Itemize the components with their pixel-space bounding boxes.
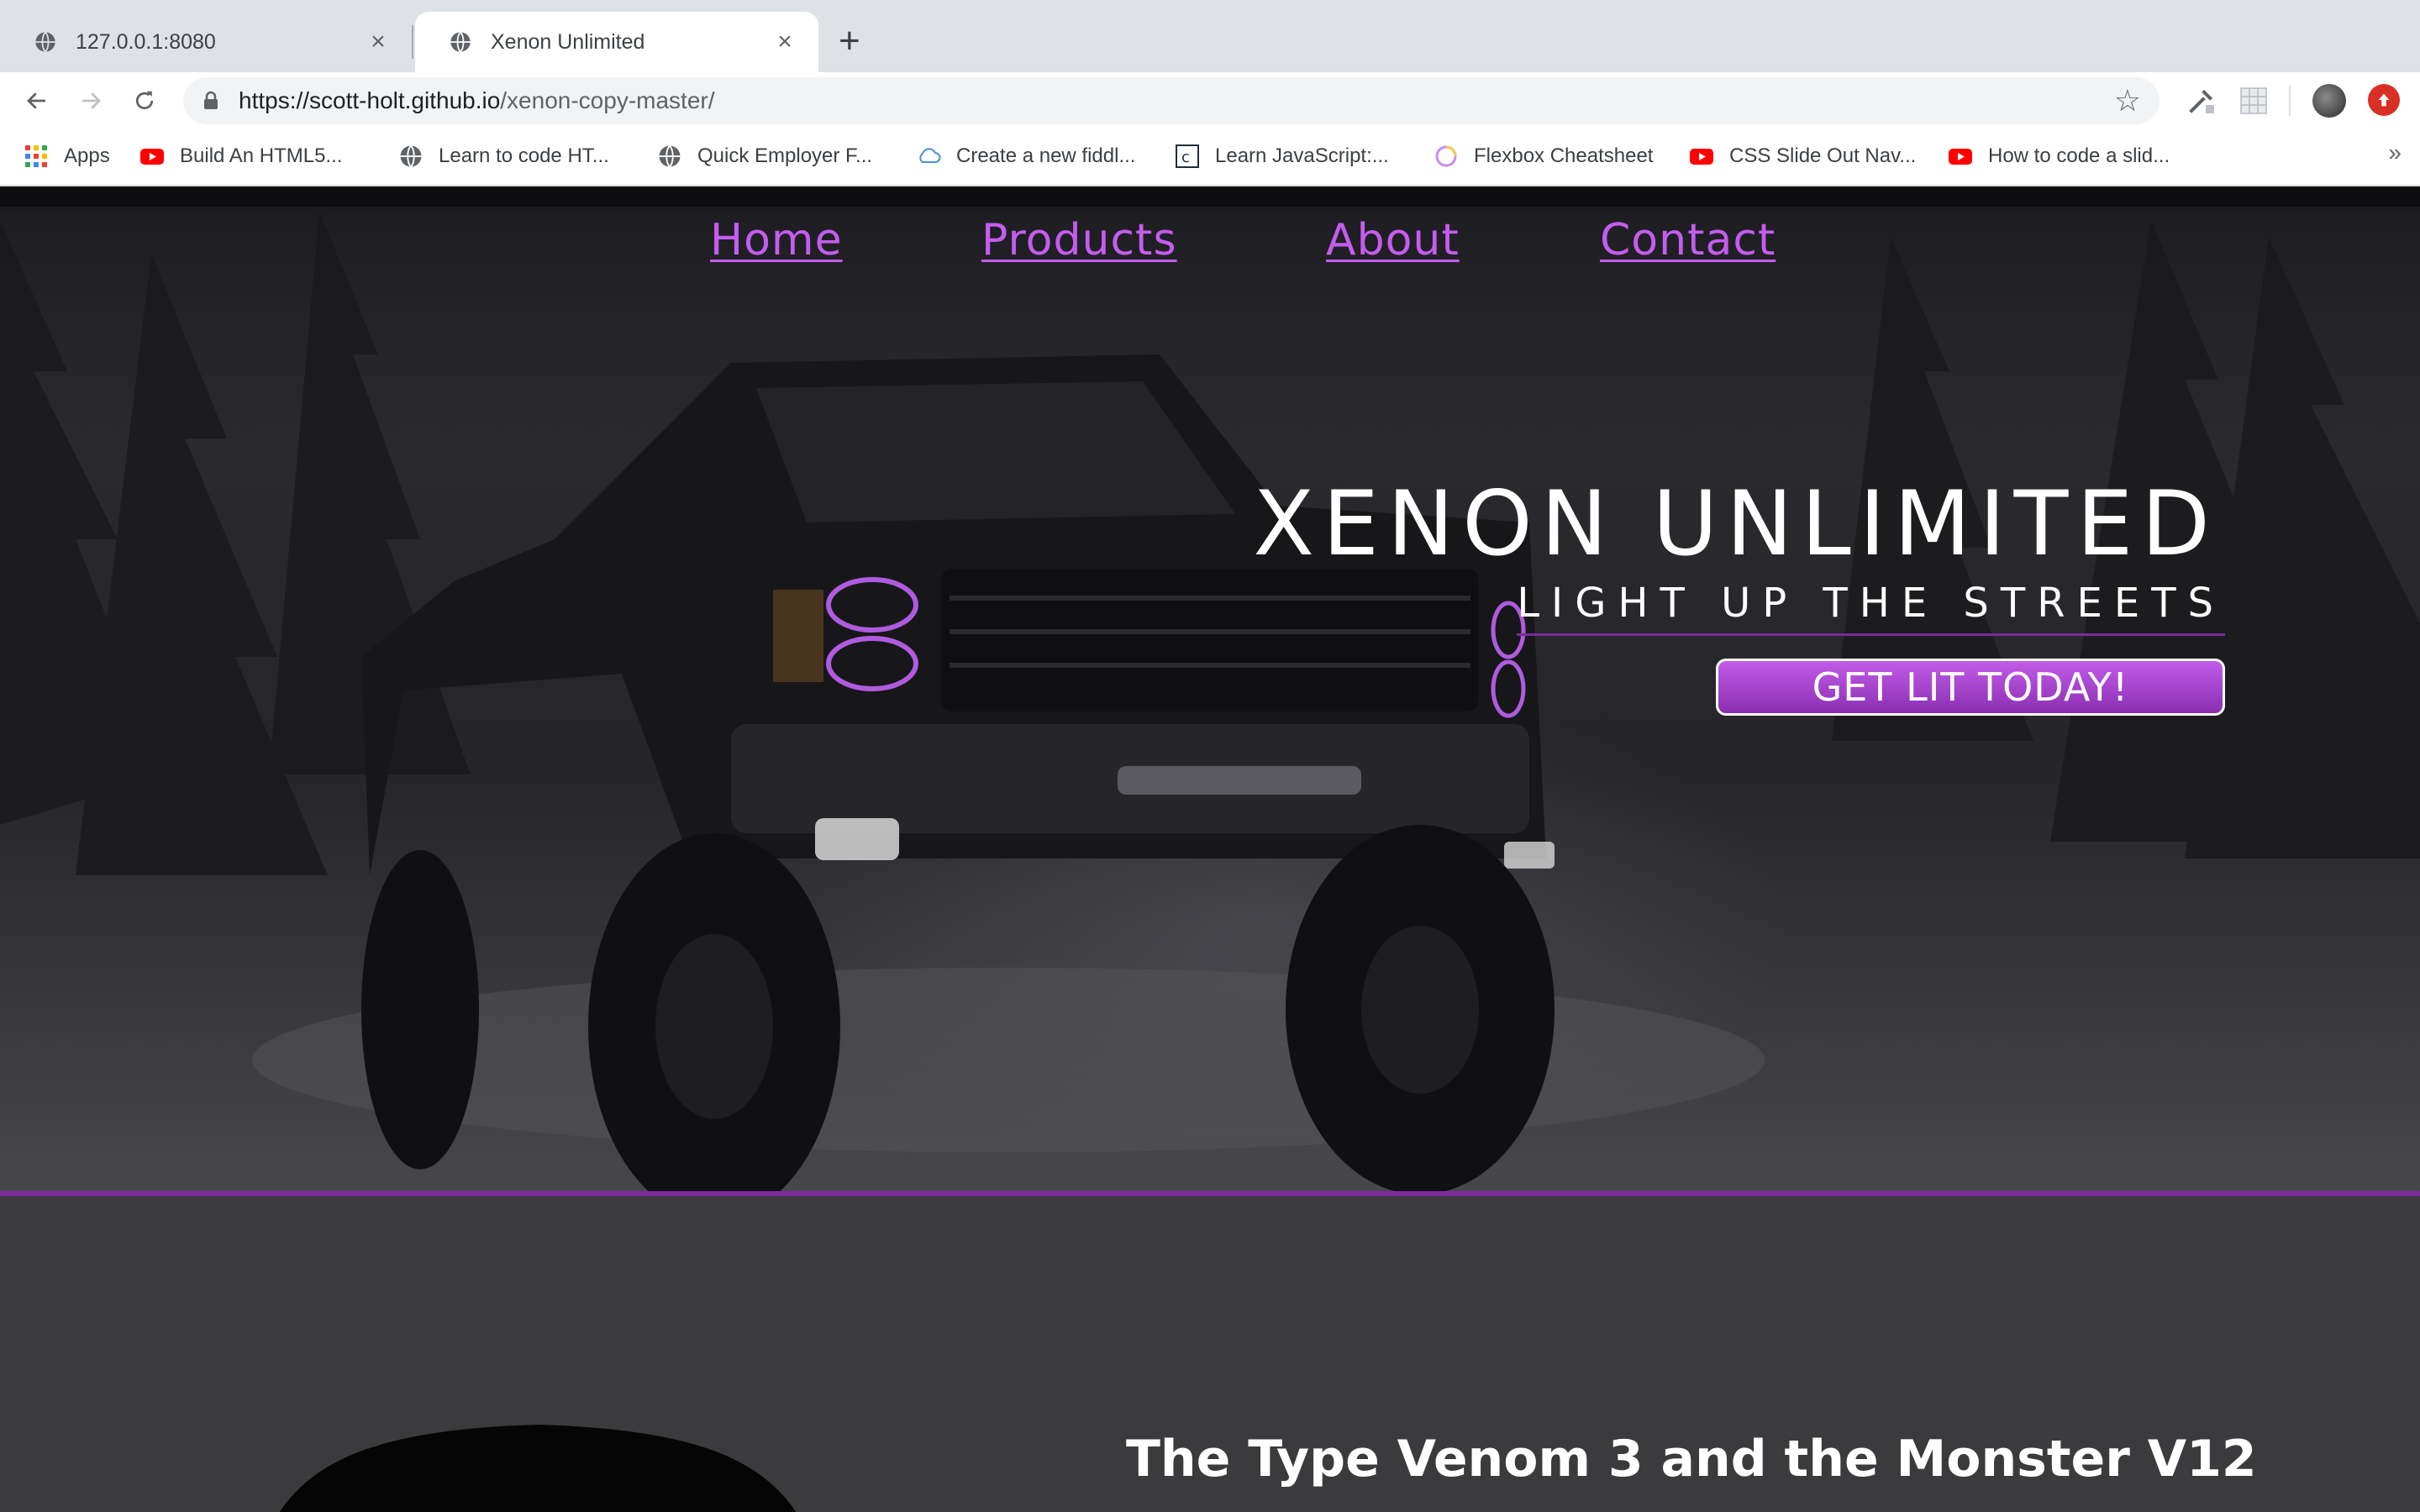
web-page: Home Products About Contact XENON UNLIMI… <box>0 186 2420 1512</box>
codecademy-icon: c <box>1176 144 1199 168</box>
bookmarks-bar: Apps Build An HTML5... Learn to code HT.… <box>0 129 2420 186</box>
lock-icon <box>204 91 218 109</box>
globe-icon <box>659 144 681 168</box>
bookmark-jsfiddle[interactable]: Create a new fiddl... <box>916 139 1135 173</box>
address-bar[interactable]: https://scott-holt.github.io/xenon-copy-… <box>183 77 2160 124</box>
bookmark-label: How to code a slid... <box>1988 144 2170 167</box>
nav-contact-link[interactable]: Contact <box>1600 215 1776 265</box>
eyedropper-extension-icon[interactable] <box>2185 84 2218 118</box>
ring-icon <box>1435 145 1457 167</box>
close-tab-icon[interactable]: × <box>771 29 798 55</box>
tab-xenon-unlimited[interactable]: Xenon Unlimited × <box>415 12 818 72</box>
url-path: /xenon-copy-master/ <box>500 87 715 113</box>
bookmark-label: Learn JavaScript:... <box>1215 144 1389 167</box>
forward-button[interactable] <box>71 81 111 121</box>
more-bookmarks-button[interactable]: » <box>2388 139 2402 166</box>
get-lit-today-button[interactable]: GET LIT TODAY! <box>1716 659 2225 716</box>
browser-toolbar: https://scott-holt.github.io/xenon-copy-… <box>0 72 2420 129</box>
apps-grid-icon <box>25 145 47 167</box>
truck-body <box>361 354 1555 875</box>
close-tab-icon[interactable]: × <box>365 29 392 55</box>
nav-home-link[interactable]: Home <box>710 215 843 265</box>
bookmark-label: Apps <box>64 144 110 167</box>
bookmark-label: CSS Slide Out Nav... <box>1729 144 1917 167</box>
cloud-icon <box>919 148 941 163</box>
back-button[interactable] <box>17 81 57 121</box>
tab-title: Xenon Unlimited <box>491 29 645 54</box>
reload-icon <box>135 91 154 110</box>
hero-subtitle: LIGHT UP THE STREETS <box>1517 580 2225 636</box>
grid-extension-icon[interactable] <box>2237 84 2270 118</box>
nav-products-link[interactable]: Products <box>981 215 1177 265</box>
toolbar-divider <box>2289 86 2291 116</box>
hero-section: Home Products About Contact XENON UNLIMI… <box>0 186 2420 1196</box>
tab-localhost[interactable]: 127.0.0.1:8080 × <box>0 12 412 72</box>
url-text: https://scott-holt.github.io/xenon-copy-… <box>239 87 715 114</box>
youtube-icon <box>140 149 164 165</box>
bookmark-how-to-code-slider[interactable]: How to code a slid... <box>1948 139 2170 173</box>
tab-title: 127.0.0.1:8080 <box>76 29 216 54</box>
bookmark-learn-to-code[interactable]: Learn to code HT... <box>398 139 609 173</box>
bookmark-label: Create a new fiddl... <box>956 144 1136 167</box>
bookmark-label: Learn to code HT... <box>439 144 609 167</box>
globe-icon <box>35 31 55 53</box>
bookmark-label: Flexbox Cheatsheet <box>1474 144 1654 167</box>
reload-button[interactable] <box>124 81 165 121</box>
product-image <box>279 1425 797 1512</box>
globe-icon <box>450 31 471 53</box>
new-tab-button[interactable]: + <box>839 20 860 62</box>
bookmark-quick-employer[interactable]: Quick Employer F... <box>657 139 872 173</box>
tab-divider <box>412 25 413 59</box>
tab-strip: 127.0.0.1:8080 × Xenon Unlimited × + <box>0 0 2420 72</box>
bookmark-build-html5[interactable]: Build An HTML5... <box>139 139 342 173</box>
bookmark-learn-javascript[interactable]: c Learn JavaScript:... <box>1175 139 1389 173</box>
youtube-icon <box>1949 149 1972 165</box>
url-host: https://scott-holt.github.io <box>239 87 501 113</box>
product-section-title: The Type Venom 3 and the Monster V12 <box>1126 1430 2257 1488</box>
forward-arrow-icon <box>82 92 101 109</box>
update-button[interactable] <box>2368 84 2400 116</box>
bookmark-flexbox-cheatsheet[interactable]: Flexbox Cheatsheet <box>1434 139 1653 173</box>
browser-chrome: 127.0.0.1:8080 × Xenon Unlimited × + htt… <box>0 0 2420 186</box>
youtube-icon <box>1690 149 1713 165</box>
bookmark-label: Quick Employer F... <box>697 144 873 167</box>
hero-title: XENON UNLIMITED <box>1253 472 2218 575</box>
svg-text:c: c <box>1181 149 1190 166</box>
bookmark-star-icon[interactable]: ☆ <box>2114 84 2141 118</box>
back-arrow-icon <box>27 92 45 109</box>
hero-bottom-border <box>0 1191 2420 1196</box>
globe-icon <box>400 144 422 168</box>
bookmark-label: Build An HTML5... <box>180 144 343 167</box>
nav-about-link[interactable]: About <box>1326 215 1460 265</box>
profile-avatar[interactable] <box>2312 84 2346 118</box>
bookmark-apps[interactable]: Apps <box>24 139 110 173</box>
update-arrow-icon <box>2378 93 2390 107</box>
bookmark-css-slide-out-nav[interactable]: CSS Slide Out Nav... <box>1689 139 1916 173</box>
main-nav: Home Products About Contact <box>0 215 2420 282</box>
